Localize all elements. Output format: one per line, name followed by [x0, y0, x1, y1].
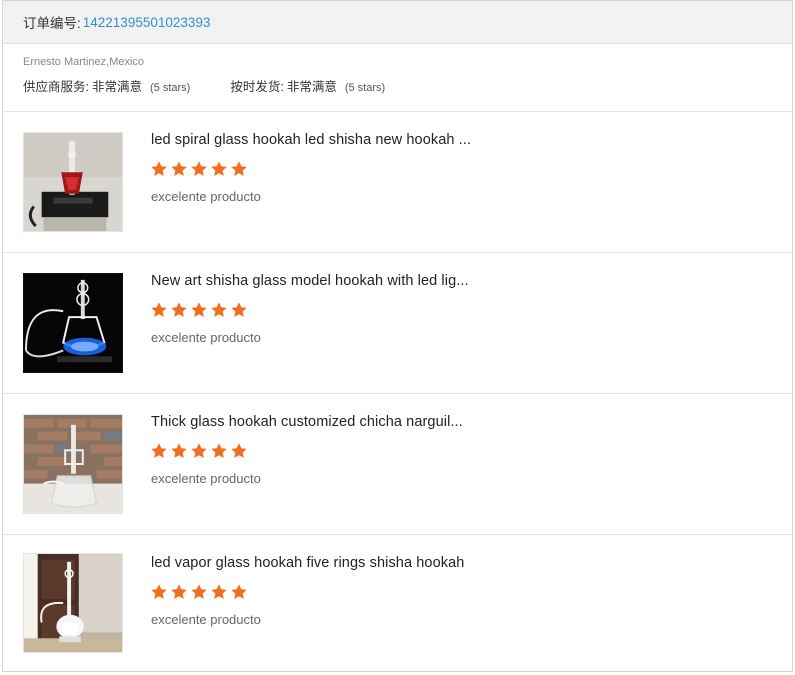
star-icon	[231, 161, 247, 176]
product-thumbnail[interactable]	[23, 553, 123, 653]
star-rating	[150, 160, 248, 178]
star-icon	[171, 443, 187, 458]
review-item: New art shisha glass model hookah with l…	[3, 253, 792, 394]
buyer-name: Ernesto Martinez,Mexico	[23, 56, 145, 68]
review-item: Thick glass hookah customized chicha nar…	[3, 394, 792, 535]
product-title[interactable]: led vapor glass hookah five rings shisha…	[151, 555, 464, 571]
order-header: 订单编号: 14221395501023393	[3, 1, 792, 44]
star-icon	[211, 161, 227, 176]
on-time-shipping-rating: 按时发货: 非常满意 (5 stars)	[230, 76, 385, 95]
rating-label: 按时发货:	[230, 80, 284, 94]
star-icon	[151, 161, 167, 176]
star-icon	[151, 443, 167, 458]
rating-note: (5 stars)	[150, 82, 191, 94]
star-rating	[150, 442, 248, 460]
star-icon	[211, 302, 227, 317]
review-comment: excelente producto	[151, 471, 261, 486]
review-item: led spiral glass hookah led shisha new h…	[3, 112, 792, 253]
star-icon	[231, 584, 247, 599]
star-icon	[191, 161, 207, 176]
rating-value: 非常满意	[286, 80, 337, 94]
supplier-service-rating: 供应商服务: 非常满意 (5 stars)	[23, 76, 190, 95]
star-icon	[211, 443, 227, 458]
product-title[interactable]: New art shisha glass model hookah with l…	[151, 273, 469, 289]
store-ratings: 供应商服务: 非常满意 (5 stars) 按时发货: 非常满意 (5 star…	[23, 76, 772, 95]
buyer-feedback: Ernesto Martinez,Mexico 供应商服务: 非常满意 (5 s…	[3, 44, 792, 112]
star-icon	[151, 584, 167, 599]
product-thumbnail[interactable]	[23, 414, 123, 514]
star-icon	[171, 161, 187, 176]
review-comment: excelente producto	[151, 612, 261, 627]
star-icon	[191, 443, 207, 458]
star-icon	[231, 443, 247, 458]
review-comment: excelente producto	[151, 330, 261, 345]
star-icon	[151, 302, 167, 317]
product-title[interactable]: Thick glass hookah customized chicha nar…	[151, 414, 463, 430]
rating-note: (5 stars)	[344, 82, 386, 94]
star-rating	[150, 301, 248, 319]
star-icon	[231, 302, 247, 317]
order-review-panel: 订单编号: 14221395501023393 Ernesto Martinez…	[2, 0, 793, 672]
product-thumbnail[interactable]	[23, 132, 123, 232]
star-rating	[150, 583, 248, 601]
review-comment: excelente producto	[151, 189, 261, 204]
star-icon	[171, 302, 187, 317]
star-icon	[191, 584, 207, 599]
product-title[interactable]: led spiral glass hookah led shisha new h…	[151, 132, 471, 148]
rating-label: 供应商服务:	[23, 80, 89, 94]
star-icon	[211, 584, 227, 599]
star-icon	[191, 302, 207, 317]
rating-value: 非常满意	[91, 80, 142, 94]
order-number-label: 订单编号:	[23, 16, 81, 31]
review-item: led vapor glass hookah five rings shisha…	[3, 535, 792, 675]
star-icon	[171, 584, 187, 599]
order-number-link[interactable]: 14221395501023393	[83, 15, 211, 30]
product-thumbnail[interactable]	[23, 273, 123, 373]
